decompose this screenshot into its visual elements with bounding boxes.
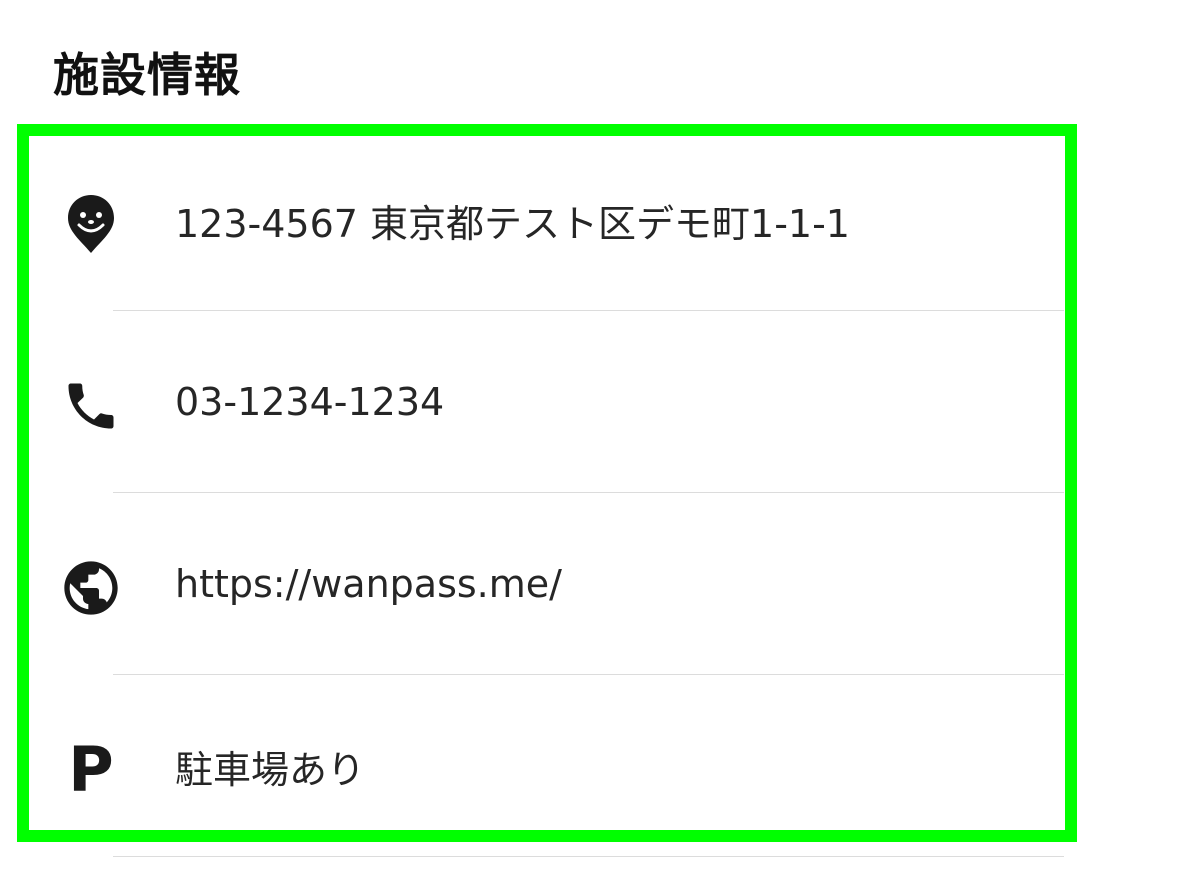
- facility-info-list: 123-4567 東京都テスト区デモ町1-1-1 03-1234-1234 ht…: [0, 129, 1179, 857]
- globe-icon: [55, 552, 127, 624]
- address-text: 123-4567 東京都テスト区デモ町1-1-1: [175, 201, 850, 246]
- parking-text: 駐車場あり: [175, 747, 366, 792]
- parking-icon: P: [55, 734, 127, 806]
- parking-row: P 駐車場あり: [0, 675, 1179, 857]
- website-link[interactable]: https://wanpass.me/: [175, 493, 562, 675]
- map-pin-dog-icon: [55, 188, 127, 260]
- parking-glyph: P: [68, 733, 114, 806]
- phone-text: 03-1234-1234: [175, 380, 445, 424]
- address-row[interactable]: 123-4567 東京都テスト区デモ町1-1-1: [0, 129, 1179, 311]
- section-title: 施設情報: [53, 48, 241, 102]
- phone-icon: [55, 370, 127, 442]
- phone-row[interactable]: 03-1234-1234: [0, 311, 1179, 493]
- website-row[interactable]: https://wanpass.me/: [0, 493, 1179, 675]
